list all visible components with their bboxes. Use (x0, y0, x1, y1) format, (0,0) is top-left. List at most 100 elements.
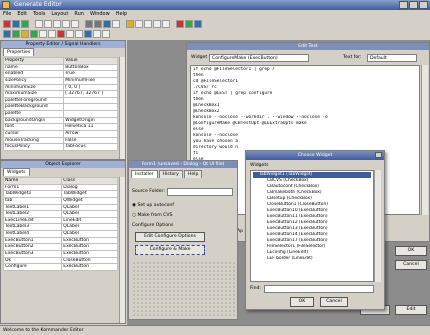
table-row[interactable]: focusPolicy TabFocus (3, 143, 118, 151)
name-cell[interactable]: ExecButton3 (3, 249, 63, 258)
connect-icon[interactable] (135, 20, 143, 28)
new-icon[interactable] (3, 20, 11, 28)
menu-window[interactable]: Window (90, 10, 110, 19)
name-cell[interactable]: font (3, 123, 65, 131)
tab-help[interactable]: Help (183, 170, 203, 178)
menu-edit[interactable]: Edit (17, 10, 27, 19)
name-cell[interactable]: Ok (3, 256, 63, 265)
value-cell[interactable]: CloseButton (61, 256, 118, 265)
widget-tree[interactable]: TabWidget1 (TabWidget) CBCVS (CheckBox) CB… (250, 170, 374, 282)
value-cell[interactable]: TabWidget (61, 190, 118, 198)
tab-properties[interactable]: Properties (3, 48, 35, 56)
value-cell[interactable]: QLabel (61, 210, 118, 218)
table-row[interactable]: Form1 Dialog (3, 183, 118, 192)
name-cell[interactable]: palette (3, 110, 65, 118)
break-layout-icon[interactable] (112, 20, 120, 28)
table-row[interactable]: minimumSize[ 0, 0 ] (3, 83, 118, 92)
dialog-close-icon[interactable] (375, 152, 382, 158)
value-cell[interactable] (63, 103, 118, 111)
tree-item[interactable]: LEF bolder (LineEdit) (253, 256, 371, 262)
close-button[interactable] (419, 1, 428, 9)
name-cell[interactable]: focusPolicy (3, 143, 65, 151)
name-cell[interactable]: ExecButton1 (3, 236, 63, 245)
value-cell[interactable]: MinimumFixe (63, 76, 118, 85)
dialog-ok-button[interactable]: OK (290, 297, 314, 307)
layout-h-icon[interactable] (85, 20, 93, 28)
widget-select[interactable]: ConfigureMake (ExecButton) (209, 54, 309, 62)
table-row[interactable]: ExecButton3 ExecButton (3, 249, 118, 258)
value-cell[interactable] (63, 110, 118, 118)
name-cell[interactable]: ExecButton2 (3, 243, 63, 251)
delete-icon[interactable] (62, 20, 70, 28)
table-row[interactable]: TabWidget1 TabWidget (3, 190, 118, 198)
name-cell[interactable]: TextLabel1 (3, 203, 63, 212)
tab-history[interactable]: History (158, 170, 183, 178)
table-row[interactable]: palette (3, 110, 118, 118)
menu-run[interactable]: Run (74, 10, 84, 19)
menu-help[interactable]: Help (116, 10, 127, 19)
table-row[interactable]: Ok CloseButton (3, 256, 118, 265)
widget-lineedit-icon[interactable] (39, 30, 47, 38)
name-cell[interactable]: backgroundOrigin (3, 116, 65, 125)
widget-spin-icon[interactable] (93, 30, 101, 38)
value-cell[interactable]: False (63, 136, 118, 145)
menu-layout[interactable]: Layout (51, 10, 68, 19)
name-cell[interactable]: Configure (3, 263, 63, 271)
name-cell[interactable]: minimumSize (3, 83, 65, 92)
name-cell[interactable]: paletteBackground (3, 103, 65, 111)
tab-order-icon[interactable] (144, 20, 152, 28)
find-input[interactable] (264, 285, 374, 293)
table-row[interactable]: TextLabel4 QLabel (3, 230, 118, 238)
name-cell[interactable]: TextLabel4 (3, 230, 63, 238)
ok-button-bg[interactable]: OK (395, 246, 427, 256)
source-folder-input[interactable] (167, 188, 233, 196)
open-icon[interactable] (12, 20, 20, 28)
cut-icon[interactable] (35, 20, 43, 28)
name-cell[interactable]: Form1 (3, 183, 63, 192)
paste-icon[interactable] (53, 20, 61, 28)
name-cell[interactable]: TabWidget1 (3, 190, 63, 198)
widget-checkbox-icon[interactable] (12, 30, 20, 38)
name-cell[interactable]: maximumSize (3, 90, 65, 98)
table-row[interactable]: TextLabel2 QLabel (3, 210, 118, 218)
stop-icon[interactable] (176, 20, 184, 28)
pointer-icon[interactable] (126, 20, 134, 28)
table-row[interactable]: cursor Arrow (3, 129, 118, 138)
widget-group-icon[interactable] (75, 30, 83, 38)
value-cell[interactable]: True (63, 70, 118, 78)
layout-v-icon[interactable] (94, 20, 102, 28)
value-cell[interactable] (63, 96, 118, 105)
value-cell[interactable]: ExecButton (61, 263, 118, 271)
table-row[interactable]: ExecLineEdit LineEdit (3, 216, 118, 225)
preview-icon[interactable] (194, 20, 202, 28)
configure-make-button[interactable]: Configure & Make (135, 245, 205, 255)
copy-icon[interactable] (44, 20, 52, 28)
menu-tools[interactable]: Tools (33, 10, 45, 19)
edit-button[interactable]: Edit (395, 305, 427, 315)
table-row[interactable]: name ButtonBox (3, 63, 118, 72)
minimize-button[interactable] (399, 1, 408, 9)
value-cell[interactable]: ExecButton (61, 236, 118, 245)
table-row[interactable]: paletteBackground (3, 103, 118, 111)
edit-configure-options-button[interactable]: Edit Configure Options (135, 232, 205, 242)
table-row[interactable]: TextLabel1 QLabel (3, 203, 118, 212)
table-row[interactable]: ExecButton1 ExecButton (3, 236, 118, 245)
name-cell[interactable]: sizePolicy (3, 76, 65, 85)
widget-button-icon[interactable] (3, 30, 11, 38)
table-row[interactable]: tab QWidget (3, 196, 118, 205)
tab-widgets[interactable]: Widgets (3, 168, 30, 176)
column-header[interactable]: Property (3, 57, 65, 65)
maximize-button[interactable] (409, 1, 418, 9)
table-row[interactable]: TextLabel3 QLabel (3, 223, 118, 231)
table-row[interactable]: Configure ExecButton (3, 263, 118, 271)
value-cell[interactable]: ButtonBox (63, 63, 118, 72)
widget-table-icon[interactable] (66, 30, 74, 38)
table-row[interactable]: enabled True (3, 70, 118, 78)
value-cell[interactable]: ExecButton (61, 249, 118, 258)
save-icon[interactable] (21, 20, 29, 28)
name-cell[interactable]: mouseTracking (3, 136, 65, 145)
widget-radio-icon[interactable] (21, 30, 29, 38)
table-row[interactable]: ExecButton2 ExecButton (3, 243, 118, 251)
name-cell[interactable]: TextLabel3 (3, 223, 63, 231)
value-cell[interactable]: [ 32767, 32767 ] (63, 90, 118, 98)
